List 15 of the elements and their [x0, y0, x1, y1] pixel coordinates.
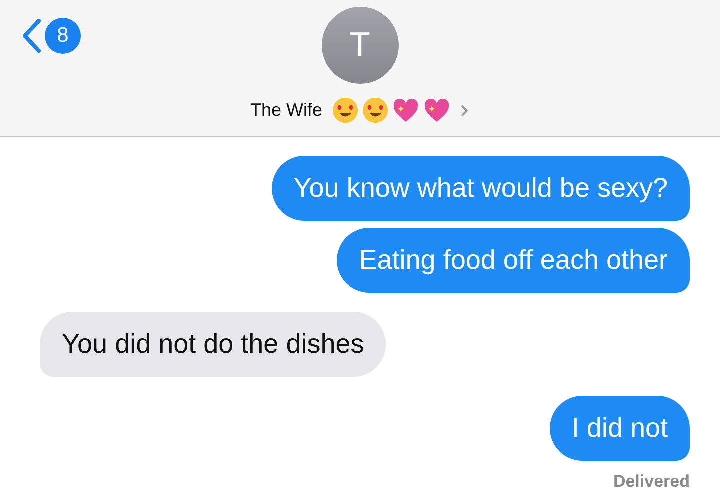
sent-message-bubble: Eating food off each other	[337, 228, 690, 293]
contact-name[interactable]: The Wife	[250, 100, 323, 121]
sparkling-heart-icon	[422, 98, 451, 124]
unread-count-badge: 8	[45, 18, 81, 54]
heart-eyes-face-icon	[362, 97, 389, 124]
chevron-right-icon[interactable]	[460, 104, 470, 118]
back-button[interactable]: 8	[22, 18, 81, 54]
sparkling-heart-icon	[392, 98, 420, 124]
sent-message-bubble: I did not	[550, 396, 690, 461]
heart-eyes-face-icon	[332, 97, 359, 124]
contact-avatar[interactable]: T	[322, 7, 398, 84]
sent-message-bubble: You know what would be sexy?	[272, 156, 690, 221]
delivery-status: Delivered	[613, 472, 690, 492]
back-chevron-icon	[22, 19, 42, 53]
received-message-bubble: You did not do the dishes	[40, 312, 386, 377]
